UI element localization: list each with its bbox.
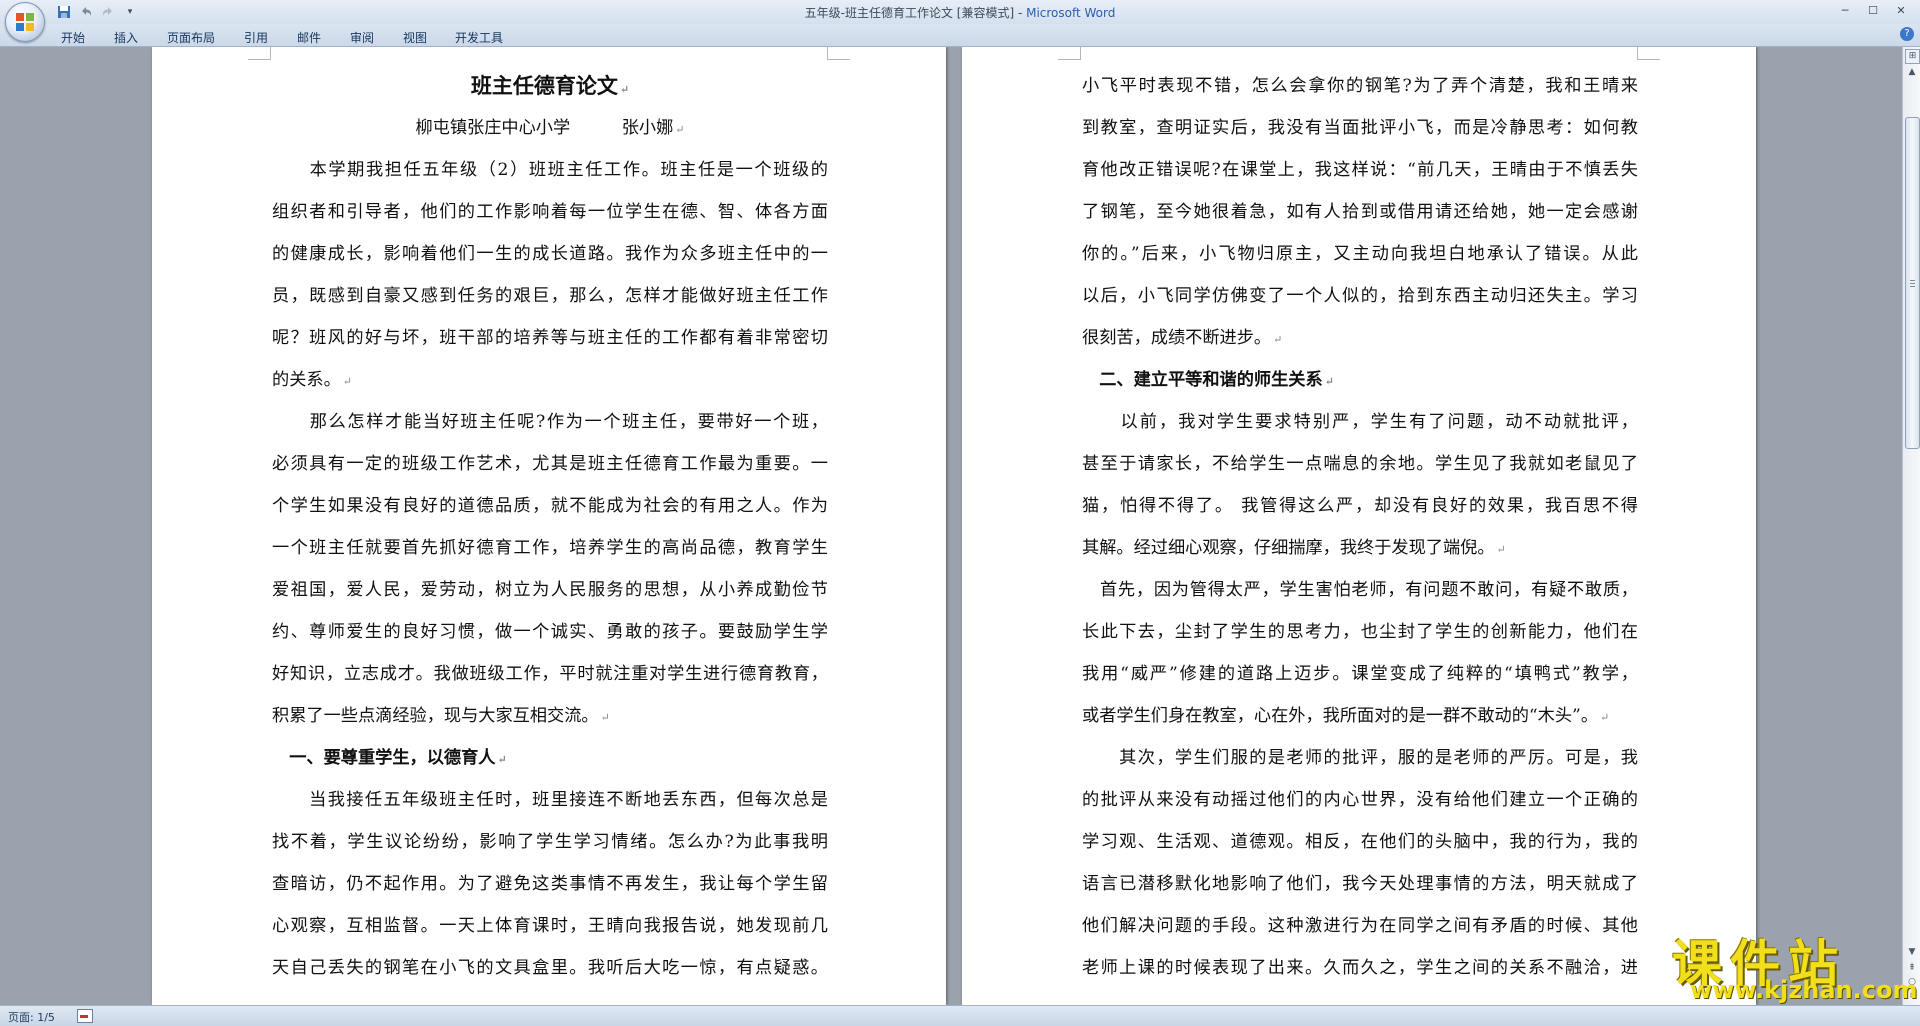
text-line: 当我接任五年级班主任时，班里接连不断地丢东西，但每次总是 — [272, 790, 828, 810]
tab-home[interactable]: 开始 — [61, 29, 85, 46]
office-logo-icon — [16, 13, 34, 31]
document-area: 班主任德育论文 ↵ 柳屯镇张庄中心小学 张小娜 ↵ 本学期我担任五年级（2）班班主任… — [0, 47, 1902, 1005]
paragraph-mark: ↵ — [497, 753, 507, 766]
text-line: 心观察，互相监督。一天上体育课时，王晴向我报告说，她发现前几 — [272, 916, 828, 936]
tab-review[interactable]: 审阅 — [350, 29, 374, 46]
text-line: 猫，怕得不得了。 我管得这么严，却没有良好的效果，我百思不得 — [1082, 496, 1638, 516]
watermark-url: www.kjzhan.com — [1690, 976, 1918, 1004]
window-title: 五年级-班主任德育工作论文 [兼容模式] - Microsoft Word — [0, 4, 1920, 21]
page-2-text: 小飞平时表现不错，怎么会拿你的钢笔?为了弄个清楚，我和王晴来 到教室，查明证实后，… — [1082, 65, 1638, 989]
text-line: 甚至于请家长，不给学生一点喘息的余地。学生见了我就如老鼠见了 — [1082, 454, 1638, 474]
paragraph-mark: ↵ — [1273, 333, 1283, 346]
margin-corner-mark — [827, 47, 850, 60]
maximize-icon[interactable]: ☐ — [1860, 2, 1886, 18]
text-line: 以前，我对学生要求特别严，学生有了问题，动不动就批评， — [1082, 412, 1638, 432]
text-line: 积累了一些点滴经验，现与大家互相交流。 ↵ — [272, 706, 610, 726]
text-line: 其解。经过细心观察，仔细揣摩，我终于发现了端倪。 ↵ — [1082, 538, 1506, 558]
app-name: Microsoft Word — [1026, 6, 1116, 20]
tab-references[interactable]: 引用 — [244, 29, 268, 46]
page-1-body: 本学期我担任五年级（2）班班主任工作。班主任是一个班级的 组织者和引导者，他们的工… — [272, 149, 828, 989]
text-line: 查暗访，仍不起作用。为了避免这类事情不再发生，我让每个学生留 — [272, 874, 828, 894]
scroll-up-icon[interactable]: ▲ — [1905, 65, 1919, 79]
text-line: 语言已潜移默化地影响了他们，我今天处理事情的方法，明天就成了 — [1082, 874, 1638, 894]
text-line: 一个班主任就要首先抓好德育工作，培养学生的高尚品德，教育学生 — [272, 538, 828, 558]
minimize-icon[interactable]: ─ — [1832, 2, 1858, 18]
text-line: 组织者和引导者，他们的工作影响着每一位学生在德、智、体各方面 — [272, 202, 828, 222]
text-line: 找不着，学生议论纷纷，影响了学生学习情绪。怎么办?为此事我明 — [272, 832, 828, 852]
margin-corner-mark — [1058, 47, 1081, 60]
document-title: 五年级-班主任德育工作论文 [兼容模式] - — [804, 6, 1027, 20]
text-line: 本学期我担任五年级（2）班班主任工作。班主任是一个班级的 — [272, 160, 828, 180]
ribbon-tabs: 开始 插入 页面布局 引用 邮件 审阅 视图 开发工具 ? — [0, 24, 1920, 47]
document-heading: 班主任德育论文 ↵ — [470, 73, 630, 98]
text-line: 的健康成长，影响着他们一生的成长道路。我作为众多班主任中的一 — [272, 244, 828, 264]
text-line: 很刻苦，成绩不断进步。 ↵ — [1082, 328, 1283, 348]
grip-line — [1910, 283, 1915, 284]
paragraph-mark: ↵ — [600, 711, 610, 724]
text-line: 了钢笔，至今她很着急，如有人拾到或借用请还给她，她一定会感谢 — [1082, 202, 1638, 222]
page-1[interactable]: 班主任德育论文 ↵ 柳屯镇张庄中心小学 张小娜 ↵ 本学期我担任五年级（2）班班主任… — [152, 47, 946, 1005]
text-line: 呢？班风的好与坏，班干部的培养等与班主任的工作都有着非常密切 — [272, 328, 828, 348]
paragraph-mark: ↵ — [342, 375, 352, 388]
text-line: 我用“威严”修建的道路上迈步。课堂变成了纯粹的“填鸭式”教学， — [1082, 664, 1638, 684]
tab-insert[interactable]: 插入 — [114, 29, 138, 46]
text-line: 员，既感到自豪又感到任务的艰巨，那么，怎样才能做好班主任工作 — [272, 286, 828, 306]
text-line: 以后，小飞同学仿佛变了一个人似的，拾到东西主动归还失主。学习 — [1082, 286, 1638, 306]
text-line: 必须具有一定的班级工作艺术，尤其是班主任德育工作最为重要。一 — [272, 454, 828, 474]
text-line: 老师上课的时候表现了出来。久而久之，学生之间的关系不融洽，进 — [1082, 958, 1638, 978]
section-heading: 二、建立平等和谐的师生关系 ↵ — [1082, 370, 1334, 390]
scrollbar-thumb[interactable] — [1905, 117, 1920, 449]
margin-corner-mark — [248, 47, 271, 60]
text-line: 爱祖国，爱人民，爱劳动，树立为人民服务的思想，从小养成勤俭节 — [272, 580, 828, 600]
track-changes-icon[interactable] — [77, 1009, 93, 1023]
section-heading: 一、要尊重学生，以德育人 ↵ — [272, 748, 507, 768]
text-line: 的批评从来没有动摇过他们的内心世界，没有给他们建立一个正确的 — [1082, 790, 1638, 810]
paragraph-mark: ↵ — [1600, 711, 1610, 724]
watermark-logo: 课件站 www.kjzhan.com — [1668, 924, 1917, 1004]
text-line: 他们解决问题的手段。这种激进行为在同学之间有矛盾的时候、其他 — [1082, 916, 1638, 936]
paragraph-mark: ↵ — [1496, 543, 1506, 556]
page-2[interactable]: 小飞平时表现不错，怎么会拿你的钢笔?为了弄个清楚，我和王晴来 到教室，查明证实后，… — [962, 47, 1756, 1005]
tab-view[interactable]: 视图 — [403, 29, 427, 46]
title-bar: ▾ 五年级-班主任德育工作论文 [兼容模式] - Microsoft Word … — [0, 0, 1920, 24]
text-line: 其次，学生们服的是老师的批评，服的是老师的严厉。可是，我 — [1082, 748, 1638, 768]
text-line: 天自己丢失的钢笔在小飞的文具盒里。我听后大吃一惊，有点疑惑。 — [272, 958, 828, 978]
text-line: 到教室，查明证实后，我没有当面批评小飞，而是冷静思考：如何教 — [1082, 118, 1638, 138]
text-line: 约、尊师爱生的良好习惯，做一个诚实、勇敢的孩子。要鼓励学生学 — [272, 622, 828, 642]
text-line: 你的。”后来，小飞物归原主，又主动向我坦白地承认了错误。从此 — [1082, 244, 1638, 264]
tab-mailings[interactable]: 邮件 — [297, 29, 321, 46]
text-line: 好知识，立志成才。我做班级工作，平时就注重对学生进行德育教育， — [272, 664, 828, 684]
paragraph-mark: ↵ — [1324, 375, 1334, 388]
text-line: 个学生如果没有良好的道德品质，就不能成为社会的有用之人。作为 — [272, 496, 828, 516]
grip-line — [1910, 286, 1915, 287]
text-line: 或者学生们身在教室，心在外，我所面对的是一群不敢动的“木头”。 ↵ — [1082, 706, 1610, 726]
tab-page-layout[interactable]: 页面布局 — [167, 29, 215, 46]
status-bar: 页面: 1/5 — [0, 1005, 1920, 1026]
text-line: 育他改正错误呢?在课堂上，我这样说：“前几天，王晴由于不慎丢失 — [1082, 160, 1638, 180]
text-line: 的关系。 ↵ — [272, 370, 352, 390]
page-1-text: 班主任德育论文 ↵ 柳屯镇张庄中心小学 张小娜 ↵ 本学期我担任五年级（2）班班主任… — [272, 65, 828, 989]
grip-line — [1910, 280, 1915, 281]
page-count[interactable]: 页面: 1/5 — [8, 1009, 55, 1025]
text-line: 那么怎样才能当好班主任呢?作为一个班主任，要带好一个班， — [272, 412, 828, 432]
text-line: 学习观、生活观、道德观。相反，在他们的头脑中，我的行为，我的 — [1082, 832, 1638, 852]
text-line: 首先，因为管得太严，学生害怕老师，有问题不敢问，有疑不敢质， — [1082, 580, 1638, 600]
text-line: 长此下去，尘封了学生的思考力，也尘封了学生的创新能力，他们在 — [1082, 622, 1638, 642]
vertical-scrollbar[interactable]: ⊞ ▲ ▼ ⇞ ○ ⇟ — [1902, 47, 1920, 1005]
close-icon[interactable]: ✕ — [1888, 2, 1914, 18]
author-line: 柳屯镇张庄中心小学 张小娜 ↵ — [415, 118, 685, 138]
window-controls: ─ ☐ ✕ — [1832, 2, 1914, 18]
tab-developer[interactable]: 开发工具 — [455, 29, 503, 46]
office-button[interactable] — [5, 2, 45, 42]
text-line: 小飞平时表现不错，怎么会拿你的钢笔?为了弄个清楚，我和王晴来 — [1082, 76, 1638, 96]
view-ruler-icon[interactable]: ⊞ — [1905, 49, 1920, 64]
help-icon[interactable]: ? — [1900, 27, 1914, 41]
page-2-body: 小飞平时表现不错，怎么会拿你的钢笔?为了弄个清楚，我和王晴来 到教室，查明证实后，… — [1082, 65, 1638, 989]
margin-corner-mark — [1637, 47, 1660, 60]
